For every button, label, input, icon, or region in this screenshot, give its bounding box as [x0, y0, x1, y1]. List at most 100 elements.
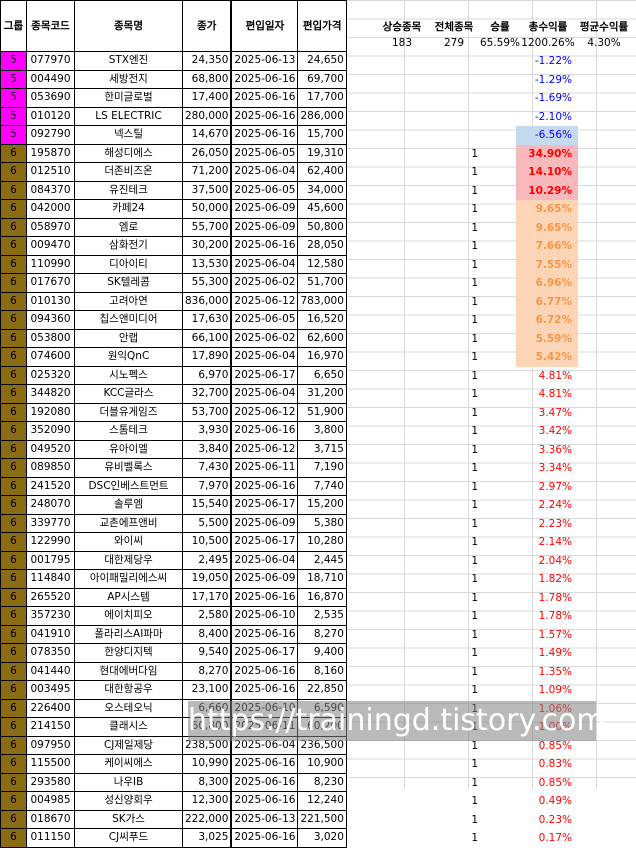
name-cell[interactable]: 한미글로벌	[74, 88, 183, 108]
price-cell[interactable]: 24,350	[182, 51, 232, 71]
code-cell[interactable]: 352090	[26, 421, 75, 441]
price-cell[interactable]: 23,100	[182, 680, 232, 700]
return-cell[interactable]: 1.82%	[516, 570, 578, 589]
group-cell[interactable]: 6	[0, 587, 27, 607]
name-cell[interactable]: 원익QnC	[74, 347, 183, 367]
date-cell[interactable]: 2025-06-05	[230, 310, 299, 330]
up-flag-cell[interactable]: 1	[340, 348, 478, 367]
date-cell[interactable]: 2025-06-16	[230, 106, 299, 126]
return-cell[interactable]: -2.10%	[516, 108, 578, 127]
name-cell[interactable]: 솔루엠	[74, 495, 183, 515]
up-flag-cell[interactable]: 1	[340, 367, 478, 386]
return-cell[interactable]: 6.72%	[516, 311, 578, 330]
name-cell[interactable]: 대한항공우	[74, 680, 183, 700]
up-flag-cell[interactable]: 1	[340, 626, 478, 645]
group-cell[interactable]: 6	[0, 273, 27, 293]
code-cell[interactable]: 357230	[26, 606, 75, 626]
group-cell[interactable]: 6	[0, 661, 27, 681]
return-cell[interactable]: 9.65%	[516, 200, 578, 219]
return-cell[interactable]: 3.34%	[516, 459, 578, 478]
return-cell[interactable]: 1.49%	[516, 644, 578, 663]
name-cell[interactable]: DSC인베스트먼트	[74, 476, 183, 496]
up-flag-cell[interactable]: 1	[340, 829, 478, 848]
date-cell[interactable]: 2025-06-11	[230, 458, 299, 478]
price-cell[interactable]: 8,400	[182, 624, 232, 644]
price-cell[interactable]: 6,970	[182, 365, 232, 385]
group-cell[interactable]: 6	[0, 384, 27, 404]
code-cell[interactable]: 097950	[26, 735, 75, 755]
summary-value-total-return[interactable]: 1200.26%	[516, 37, 580, 49]
up-flag-cell[interactable]	[340, 126, 478, 145]
date-cell[interactable]: 2025-06-16	[230, 754, 299, 774]
price-cell[interactable]: 55,700	[182, 217, 232, 237]
up-flag-cell[interactable]: 1	[340, 219, 478, 238]
name-cell[interactable]: 오스테오닉	[74, 698, 183, 718]
date-cell[interactable]: 2025-06-10	[230, 606, 299, 626]
up-flag-cell[interactable]: 1	[340, 330, 478, 349]
date-cell[interactable]: 2025-06-17	[230, 495, 299, 515]
code-cell[interactable]: 214150	[26, 717, 75, 737]
return-cell[interactable]: -6.56%	[516, 126, 578, 145]
name-cell[interactable]: 세방전지	[74, 69, 183, 89]
price-cell[interactable]: 17,890	[182, 347, 232, 367]
date-cell[interactable]: 2025-06-16	[230, 661, 299, 681]
price-cell[interactable]: 7,970	[182, 476, 232, 496]
group-cell[interactable]: 6	[0, 254, 27, 274]
price-cell[interactable]: 71,200	[182, 162, 232, 182]
price-cell[interactable]: 30,200	[182, 236, 232, 256]
name-cell[interactable]: 칩스앤미디어	[74, 310, 183, 330]
code-cell[interactable]: 241520	[26, 476, 75, 496]
group-cell[interactable]: 5	[0, 51, 27, 71]
return-cell[interactable]: -1.69%	[516, 89, 578, 108]
code-cell[interactable]: 265520	[26, 587, 75, 607]
up-flag-cell[interactable]: 1	[340, 256, 478, 275]
name-cell[interactable]: CJ씨푸드	[74, 828, 183, 848]
date-cell[interactable]: 2025-06-16	[230, 624, 299, 644]
price-cell[interactable]: 55,300	[182, 273, 232, 293]
summary-header-avg-return[interactable]: 평균수익률	[572, 19, 636, 34]
date-cell[interactable]: 2025-06-12	[230, 402, 299, 422]
code-cell[interactable]: 248070	[26, 495, 75, 515]
return-cell[interactable]: 1.35%	[516, 663, 578, 682]
name-cell[interactable]: 더블유게임즈	[74, 402, 183, 422]
date-cell[interactable]: 2025-06-17	[230, 532, 299, 552]
up-flag-cell[interactable]: 1	[340, 200, 478, 219]
return-cell[interactable]: -1.29%	[516, 71, 578, 90]
group-cell[interactable]: 6	[0, 458, 27, 478]
group-cell[interactable]: 6	[0, 754, 27, 774]
date-cell[interactable]: 2025-06-02	[230, 328, 299, 348]
group-cell[interactable]: 6	[0, 643, 27, 663]
up-flag-cell[interactable]: 1	[340, 496, 478, 515]
code-cell[interactable]: 025320	[26, 365, 75, 385]
name-cell[interactable]: 카페24	[74, 199, 183, 219]
code-cell[interactable]: 089850	[26, 458, 75, 478]
date-cell[interactable]: 2025-06-16	[230, 88, 299, 108]
code-cell[interactable]: 004490	[26, 69, 75, 89]
group-cell[interactable]: 6	[0, 698, 27, 718]
date-cell[interactable]: 2025-06-02	[230, 273, 299, 293]
code-cell[interactable]: 114840	[26, 569, 75, 589]
name-cell[interactable]: 고려아연	[74, 291, 183, 311]
group-cell[interactable]: 6	[0, 476, 27, 496]
group-cell[interactable]: 6	[0, 180, 27, 200]
date-cell[interactable]: 2025-06-16	[230, 421, 299, 441]
up-flag-cell[interactable]: 1	[340, 811, 478, 830]
name-cell[interactable]: 와이씨	[74, 532, 183, 552]
up-flag-cell[interactable]: 1	[340, 163, 478, 182]
return-cell[interactable]: 4.81%	[516, 367, 578, 386]
date-cell[interactable]: 2025-06-13	[230, 51, 299, 71]
return-cell[interactable]: 6.96%	[516, 274, 578, 293]
group-cell[interactable]: 5	[0, 69, 27, 89]
up-flag-cell[interactable]: 1	[340, 570, 478, 589]
price-cell[interactable]: 3,840	[182, 439, 232, 459]
return-cell[interactable]: 7.66%	[516, 237, 578, 256]
price-cell[interactable]: 5,500	[182, 513, 232, 533]
date-cell[interactable]: 2025-06-04	[230, 254, 299, 274]
name-cell[interactable]: SK가스	[74, 809, 183, 829]
name-cell[interactable]: 삼화전기	[74, 236, 183, 256]
price-cell[interactable]: 19,050	[182, 569, 232, 589]
group-cell[interactable]: 6	[0, 199, 27, 219]
code-cell[interactable]: 053690	[26, 88, 75, 108]
return-cell[interactable]: 14.10%	[516, 163, 578, 182]
name-cell[interactable]: 대한제당우	[74, 550, 183, 570]
